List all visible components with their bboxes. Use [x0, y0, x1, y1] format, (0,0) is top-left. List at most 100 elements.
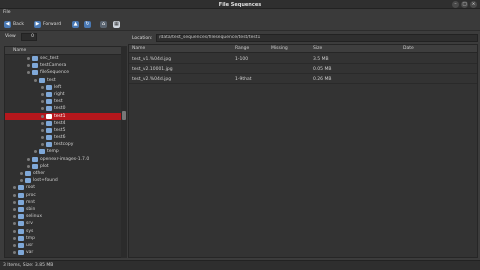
tree-item[interactable]: temp — [5, 148, 121, 155]
expand-dot-icon[interactable] — [41, 114, 44, 118]
folder-icon — [46, 106, 52, 112]
status-text: 3 Items, Size: 3.85 MB — [3, 263, 54, 268]
file-row[interactable]: test_v2.10001.jpg 0.05 MB — [129, 64, 477, 74]
col-missing[interactable]: Missing — [271, 46, 288, 51]
tree-item[interactable]: srv — [5, 220, 121, 227]
tree-item[interactable]: fileSequence — [5, 69, 121, 76]
expand-dot-icon[interactable] — [13, 200, 16, 204]
expand-dot-icon[interactable] — [41, 128, 44, 132]
expand-dot-icon[interactable] — [34, 150, 37, 154]
folder-icon — [18, 199, 24, 205]
tree-scrollbar[interactable] — [121, 46, 127, 258]
tree-item[interactable]: test — [5, 98, 121, 105]
tree-item[interactable]: other — [5, 170, 121, 177]
tree-item[interactable]: plot — [5, 163, 121, 170]
expand-dot-icon[interactable] — [13, 193, 16, 197]
expand-dot-icon[interactable] — [13, 229, 16, 233]
file-range: 1-100 — [235, 57, 249, 62]
tree-item[interactable]: proc — [5, 192, 121, 199]
tree-item[interactable]: var — [5, 249, 121, 256]
tree-item[interactable]: right — [5, 91, 121, 98]
expand-dot-icon[interactable] — [41, 121, 44, 125]
expand-dot-icon[interactable] — [20, 179, 23, 183]
expand-dot-icon[interactable] — [27, 57, 30, 60]
folder-icon — [46, 113, 52, 119]
tree-item[interactable]: lost+found — [5, 177, 121, 184]
tree-item[interactable]: openexr-images-1.7.0 — [5, 156, 121, 163]
tree-item[interactable]: testCamera — [5, 62, 121, 69]
folder-icon — [32, 63, 38, 69]
location-row: Location: /data/test_sequences/fileseque… — [130, 33, 478, 43]
expand-dot-icon[interactable] — [41, 85, 44, 89]
expand-dot-icon[interactable] — [13, 222, 16, 226]
expand-dot-icon[interactable] — [27, 164, 30, 168]
file-row[interactable]: test_v1.%04d.jpg 1-100 3.5 MB — [129, 54, 477, 64]
tree-item[interactable]: left — [5, 84, 121, 91]
tree-item[interactable]: mnt — [5, 199, 121, 206]
window-controls: – □ × — [452, 1, 477, 8]
up-button[interactable]: ▲ — [72, 19, 79, 29]
folder-icon — [18, 192, 24, 198]
tree-item[interactable]: tmp — [5, 235, 121, 242]
minimize-icon[interactable]: – — [452, 1, 459, 8]
expand-dot-icon[interactable] — [13, 236, 16, 240]
maximize-icon[interactable]: □ — [461, 1, 468, 8]
expand-dot-icon[interactable] — [27, 71, 30, 75]
expand-dot-icon[interactable] — [13, 215, 16, 219]
tree-item[interactable]: usr — [5, 242, 121, 249]
tree-item[interactable]: test1 — [5, 112, 121, 120]
tree-item-label: usr — [26, 242, 34, 248]
tree-scrollbar-thumb[interactable] — [122, 111, 126, 120]
view-mode-button[interactable]: ▦ — [113, 19, 120, 29]
expand-dot-icon[interactable] — [41, 107, 44, 111]
tree-item[interactable]: test5 — [5, 127, 121, 134]
file-list-header: Name Range Missing Size Date — [129, 45, 477, 53]
directory-tree[interactable]: Name sec_test testCamera fileSequence test l… — [4, 46, 122, 258]
col-name[interactable]: Name — [132, 46, 145, 51]
view-spinbox[interactable]: 0 — [21, 33, 37, 41]
close-icon[interactable]: × — [470, 1, 477, 8]
location-field[interactable]: /data/test_sequences/filesequence/test/t… — [156, 34, 478, 42]
tree-item[interactable]: sys — [5, 228, 121, 235]
expand-dot-icon[interactable] — [34, 78, 37, 82]
folder-icon — [18, 242, 24, 248]
file-list[interactable]: Name Range Missing Size Date test_v1.%04… — [128, 44, 478, 258]
folder-icon — [46, 120, 52, 126]
tree-item[interactable]: test4 — [5, 120, 121, 127]
expand-dot-icon[interactable] — [41, 143, 44, 147]
forward-button[interactable]: ▶ Forward — [34, 19, 61, 29]
tree-item-label: lost+found — [33, 178, 58, 184]
col-size[interactable]: Size — [313, 46, 322, 51]
expand-dot-icon[interactable] — [20, 172, 23, 175]
col-range[interactable]: Range — [235, 46, 249, 51]
expand-dot-icon[interactable] — [41, 100, 44, 104]
tree-item[interactable]: testcopy — [5, 141, 121, 148]
view-row: View 0 — [0, 31, 128, 43]
refresh-button[interactable]: ↻ — [84, 19, 91, 29]
expand-dot-icon[interactable] — [41, 92, 44, 96]
tree-item[interactable]: root — [5, 184, 121, 191]
expand-dot-icon[interactable] — [13, 207, 16, 211]
expand-dot-icon[interactable] — [13, 186, 16, 190]
home-button[interactable]: ⌂ — [100, 19, 107, 29]
folder-icon — [18, 221, 24, 227]
file-row[interactable]: test_v2.%04d.jpg 1-9that 0.26 MB — [129, 74, 477, 84]
back-button[interactable]: ◀ Back — [4, 19, 24, 29]
tree-item-label: selinux — [26, 214, 42, 220]
tree-item[interactable]: test — [5, 77, 121, 84]
tree-item[interactable]: selinux — [5, 213, 121, 220]
expand-dot-icon[interactable] — [27, 157, 30, 161]
tree-item[interactable]: test0 — [5, 105, 121, 112]
expand-dot-icon[interactable] — [41, 136, 44, 140]
tree-item[interactable]: test6 — [5, 134, 121, 141]
arrow-left-icon: ◀ — [4, 20, 11, 28]
tree-header[interactable]: Name — [5, 47, 121, 55]
expand-dot-icon[interactable] — [27, 64, 30, 68]
menu-file[interactable]: File — [3, 10, 11, 15]
tree-item-label: fileSequence — [40, 70, 70, 76]
expand-dot-icon[interactable] — [13, 251, 16, 255]
tree-item[interactable]: sec_test — [5, 55, 121, 62]
expand-dot-icon[interactable] — [13, 243, 16, 247]
tree-item[interactable]: sbin — [5, 206, 121, 213]
col-date[interactable]: Date — [403, 46, 414, 51]
